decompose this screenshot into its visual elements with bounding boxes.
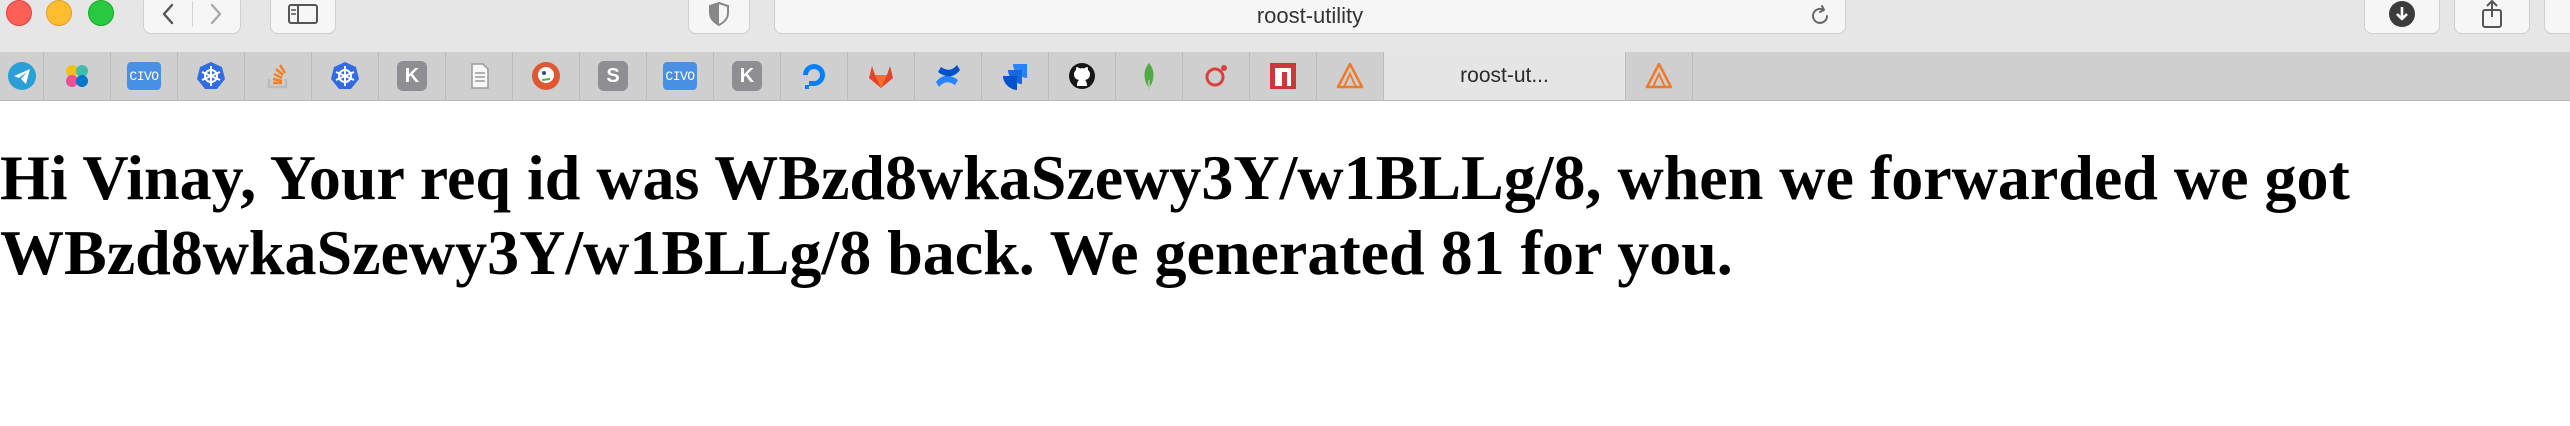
sidebar-toggle-button[interactable]: [270, 0, 336, 34]
favorite-digitalocean[interactable]: [781, 52, 848, 100]
forward-button[interactable]: [192, 0, 240, 33]
elastic-icon: [66, 65, 88, 87]
kubernetes-icon: [197, 62, 225, 89]
favorite-record[interactable]: [1183, 52, 1250, 100]
npm-icon: [1270, 63, 1296, 89]
document-icon: [471, 63, 489, 89]
shield-icon: [709, 1, 729, 27]
sidebar-icon: [288, 4, 318, 24]
kubernetes-icon: [331, 62, 359, 89]
chevron-right-icon: [211, 3, 222, 25]
telegram-icon: [7, 62, 36, 90]
favorite-civo[interactable]: CIVO: [111, 52, 178, 100]
favorites-bar: CIVO K S CIVO Kroost-ut...: [0, 52, 2570, 101]
chevron-left-icon: [162, 3, 173, 25]
s-letter-icon: S: [598, 61, 628, 91]
favorite-stackoverflow[interactable]: [245, 52, 312, 100]
roost-icon: [1336, 62, 1364, 89]
roost-icon: [1645, 62, 1673, 89]
stackoverflow-icon: [267, 64, 288, 89]
window-zoom-button[interactable]: [88, 0, 114, 26]
favorite-kubernetes[interactable]: [178, 52, 245, 100]
favorite-elastic[interactable]: [44, 52, 111, 100]
address-bar[interactable]: roost-utility: [774, 0, 1846, 34]
digitalocean-icon: [803, 64, 825, 89]
address-text: roost-utility: [1256, 3, 1364, 28]
favorite-roost[interactable]: [1626, 52, 1693, 100]
browser-toolbar: roost-utility: [0, 0, 2570, 53]
duckduckgo-icon: [532, 62, 560, 90]
favorite-github[interactable]: [1049, 52, 1116, 100]
privacy-report-button[interactable]: [688, 0, 750, 34]
civo-icon: CIVO: [127, 62, 161, 90]
favorite-npm[interactable]: [1250, 52, 1317, 100]
favorite-document[interactable]: [446, 52, 513, 100]
downloads-button[interactable]: [2364, 0, 2440, 34]
window-minimize-button[interactable]: [46, 0, 72, 26]
window-close-button[interactable]: [6, 0, 32, 26]
mongodb-icon: [1144, 63, 1154, 90]
tab-active[interactable]: roost-ut...: [1384, 52, 1626, 100]
favorite-k-letter[interactable]: K: [714, 52, 781, 100]
favorite-jira[interactable]: [982, 52, 1049, 100]
back-button[interactable]: [144, 0, 192, 33]
favorite-kubernetes[interactable]: [312, 52, 379, 100]
tab-label: roost-ut...: [1460, 64, 1549, 87]
jira-icon: [1003, 64, 1027, 90]
favorite-roost[interactable]: [1317, 52, 1384, 100]
share-button[interactable]: [2454, 0, 2530, 34]
favorite-gitlab[interactable]: [848, 52, 915, 100]
reload-icon: [1812, 5, 1828, 24]
favorite-k-letter[interactable]: K: [379, 52, 446, 100]
gitlab-icon: [869, 66, 893, 88]
github-icon: [1069, 63, 1095, 89]
record-icon: [1205, 65, 1227, 87]
share-icon: [2482, 0, 2502, 28]
confluence-icon: [936, 65, 960, 87]
k-letter-icon: K: [732, 61, 762, 91]
k-letter-icon: K: [397, 61, 427, 91]
favorite-confluence[interactable]: [915, 52, 982, 100]
favorite-civo[interactable]: CIVO: [647, 52, 714, 100]
reload-button[interactable]: [1807, 3, 1833, 29]
favorite-s-letter[interactable]: S: [580, 52, 647, 100]
page-message: Hi Vinay, Your req id was WBzd8wkaSzewy3…: [0, 142, 2350, 288]
favorite-duckduckgo[interactable]: [513, 52, 580, 100]
civo-icon: CIVO: [663, 62, 697, 90]
download-icon: [2389, 1, 2415, 27]
new-tab-button[interactable]: [2544, 0, 2570, 34]
favorite-telegram[interactable]: [0, 52, 44, 100]
favorite-mongodb[interactable]: [1116, 52, 1183, 100]
navigation-buttons: [143, 0, 241, 34]
